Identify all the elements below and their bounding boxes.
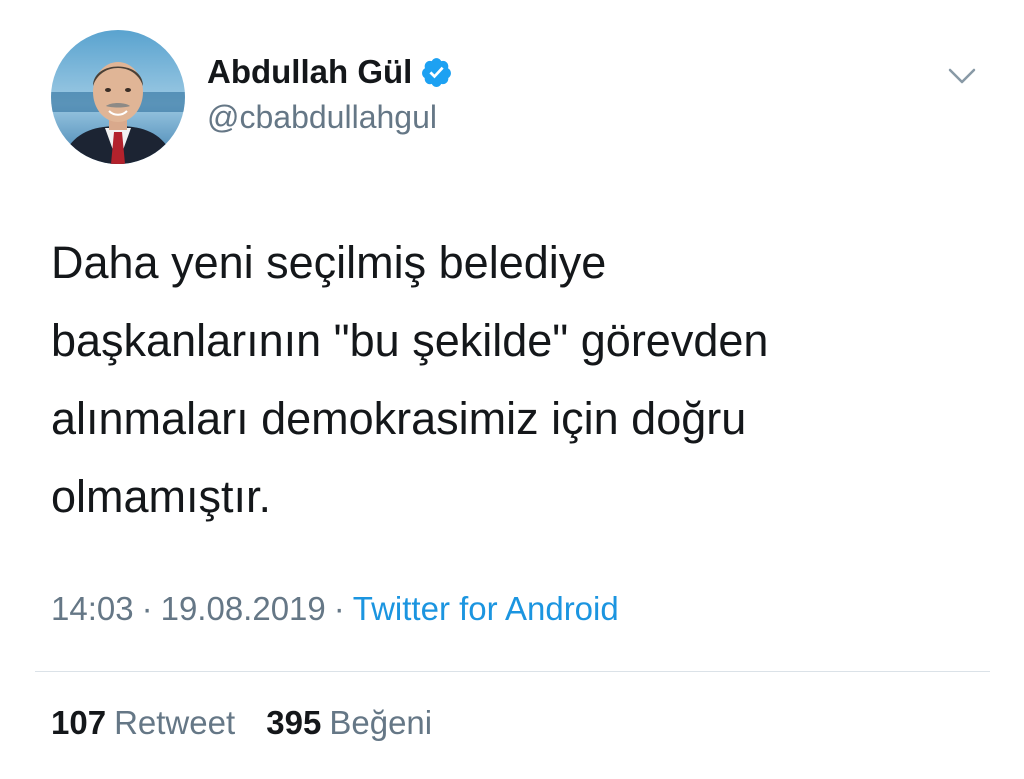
tweet-date[interactable]: 19.08.2019 (161, 590, 326, 627)
like-label: Beğeni (329, 704, 433, 741)
tweet-text-line: alınmaları demokrasimiz için doğru (51, 393, 747, 444)
tweet-text-line: Daha yeni seçilmiş belediye (51, 237, 607, 288)
like-stat[interactable]: 395 Beğeni (266, 704, 432, 742)
tweet-meta: 14:03 · 19.08.2019 · Twitter for Android (51, 590, 619, 628)
meta-separator: · (141, 590, 153, 627)
chevron-down-icon[interactable] (944, 58, 980, 94)
tweet-source-link[interactable]: Twitter for Android (353, 590, 619, 627)
retweet-count: 107 (51, 704, 107, 741)
author-name-row: Abdullah Gül (207, 50, 453, 94)
tweet-detail: Abdullah Gül @cbabdullahgul Daha yeni se… (0, 0, 1024, 779)
retweet-label: Retweet (114, 704, 236, 741)
author-name[interactable]: Abdullah Gül (207, 53, 412, 91)
tweet-time[interactable]: 14:03 (51, 590, 134, 627)
author-handle[interactable]: @cbabdullahgul (207, 99, 437, 136)
like-count: 395 (266, 704, 322, 741)
tweet-stats: 107 Retweet 395 Beğeni (51, 704, 432, 742)
avatar[interactable] (51, 30, 185, 164)
divider (35, 671, 990, 672)
avatar-photo (51, 30, 185, 164)
verified-badge-icon (420, 56, 453, 89)
tweet-text-line: başkanlarının "bu şekilde" görevden (51, 315, 769, 366)
tweet-text: Daha yeni seçilmiş belediye başkanlarını… (51, 224, 951, 536)
retweet-stat[interactable]: 107 Retweet (51, 704, 235, 742)
meta-separator: · (333, 590, 345, 627)
tweet-text-line: olmamıştır. (51, 471, 272, 522)
